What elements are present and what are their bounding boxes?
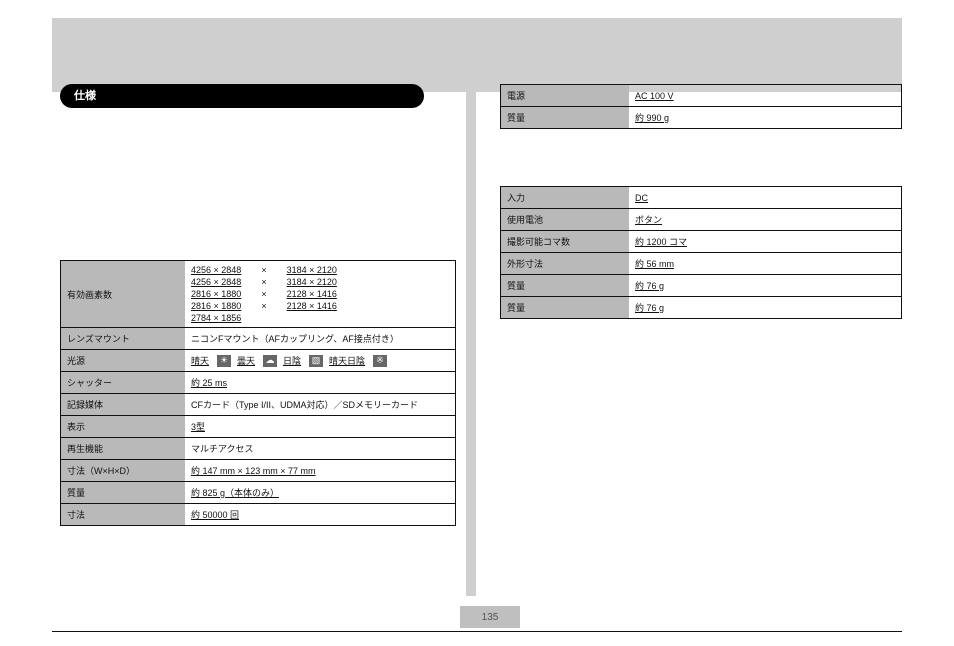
sun-icon: ☀ — [217, 355, 231, 367]
row-label: 再生機能 — [61, 438, 185, 459]
row-label: 外形寸法 — [501, 253, 629, 274]
row-label: 表示 — [61, 416, 185, 437]
row-value: 約 25 ms — [185, 372, 455, 393]
spec-table-left: 有効画素数 4256 × 2848×3184 × 2120 4256 × 284… — [60, 260, 456, 526]
table-row: 質量 約 825 g（本体のみ） — [61, 481, 455, 503]
row-label: 質量 — [501, 275, 629, 296]
table-row: 撮影可能コマ数 約 1200 コマ — [501, 230, 901, 252]
row-value: 約 50000 回 — [185, 504, 455, 525]
table-row: 質量 約 76 g — [501, 296, 901, 318]
table-row: 質量 約 76 g — [501, 274, 901, 296]
row-value: マルチアクセス — [185, 438, 455, 459]
row-value: AC 100 V — [629, 85, 901, 106]
table-row: 有効画素数 4256 × 2848×3184 × 2120 4256 × 284… — [61, 261, 455, 327]
row-value: ボタン — [629, 209, 901, 230]
row-value: 約 990 g — [629, 107, 901, 128]
table-row: 外形寸法 約 56 mm — [501, 252, 901, 274]
row-label: 入力 — [501, 187, 629, 208]
table-row: 使用電池 ボタン — [501, 208, 901, 230]
row-label: 光源 — [61, 350, 185, 371]
table-row: 光源 晴天 ☀ 曇天 ☁ 日陰 ▧ 晴天日陰 ※ — [61, 349, 455, 371]
row-value: 約 825 g（本体のみ） — [185, 482, 455, 503]
table-row: 寸法（W×H×D） 約 147 mm × 123 mm × 77 mm — [61, 459, 455, 481]
row-label: 撮影可能コマ数 — [501, 231, 629, 252]
row-label: 記録媒体 — [61, 394, 185, 415]
page-number: 135 — [460, 606, 520, 628]
spec-table-right-1: 電源 AC 100 V 質量 約 990 g — [500, 84, 902, 129]
header-band — [52, 18, 902, 92]
section-title-pill: 仕様 — [60, 84, 424, 108]
table-row: 寸法 約 50000 回 — [61, 503, 455, 525]
spec-table-right-2: 入力 DC 使用電池 ボタン 撮影可能コマ数 約 1200 コマ 外形寸法 約 … — [500, 186, 902, 319]
table-row: シャッター 約 25 ms — [61, 371, 455, 393]
column-divider — [466, 84, 476, 596]
shade-sun-icon: ※ — [373, 355, 387, 367]
row-label: 寸法 — [61, 504, 185, 525]
row-label: 電源 — [501, 85, 629, 106]
row-value: 4256 × 2848×3184 × 2120 4256 × 2848×3184… — [185, 261, 455, 327]
row-label: レンズマウント — [61, 328, 185, 349]
table-row: 再生機能 マルチアクセス — [61, 437, 455, 459]
footer-rule — [52, 631, 902, 632]
row-value: 晴天 ☀ 曇天 ☁ 日陰 ▧ 晴天日陰 ※ — [185, 350, 455, 371]
row-value: 約 56 mm — [629, 253, 901, 274]
row-value: ニコンFマウント（AFカップリング、AF接点付き） — [185, 328, 455, 349]
table-row: 質量 約 990 g — [501, 106, 901, 128]
row-label: 質量 — [501, 107, 629, 128]
row-value: 約 76 g — [629, 297, 901, 318]
row-value: CFカード（Type I/II、UDMA対応）／SDメモリーカード — [185, 394, 455, 415]
row-value: 約 1200 コマ — [629, 231, 901, 252]
row-label: 寸法（W×H×D） — [61, 460, 185, 481]
row-label: 質量 — [61, 482, 185, 503]
cloud-icon: ☁ — [263, 355, 277, 367]
table-row: 入力 DC — [501, 187, 901, 208]
table-row: 電源 AC 100 V — [501, 85, 901, 106]
row-value: 3型 — [185, 416, 455, 437]
row-label: 質量 — [501, 297, 629, 318]
row-label: 有効画素数 — [61, 261, 185, 327]
table-row: レンズマウント ニコンFマウント（AFカップリング、AF接点付き） — [61, 327, 455, 349]
row-label: シャッター — [61, 372, 185, 393]
table-row: 表示 3型 — [61, 415, 455, 437]
row-value: 約 76 g — [629, 275, 901, 296]
row-value: DC — [629, 187, 901, 208]
row-label: 使用電池 — [501, 209, 629, 230]
table-row: 記録媒体 CFカード（Type I/II、UDMA対応）／SDメモリーカード — [61, 393, 455, 415]
row-value: 約 147 mm × 123 mm × 77 mm — [185, 460, 455, 481]
shade-icon: ▧ — [309, 355, 323, 367]
